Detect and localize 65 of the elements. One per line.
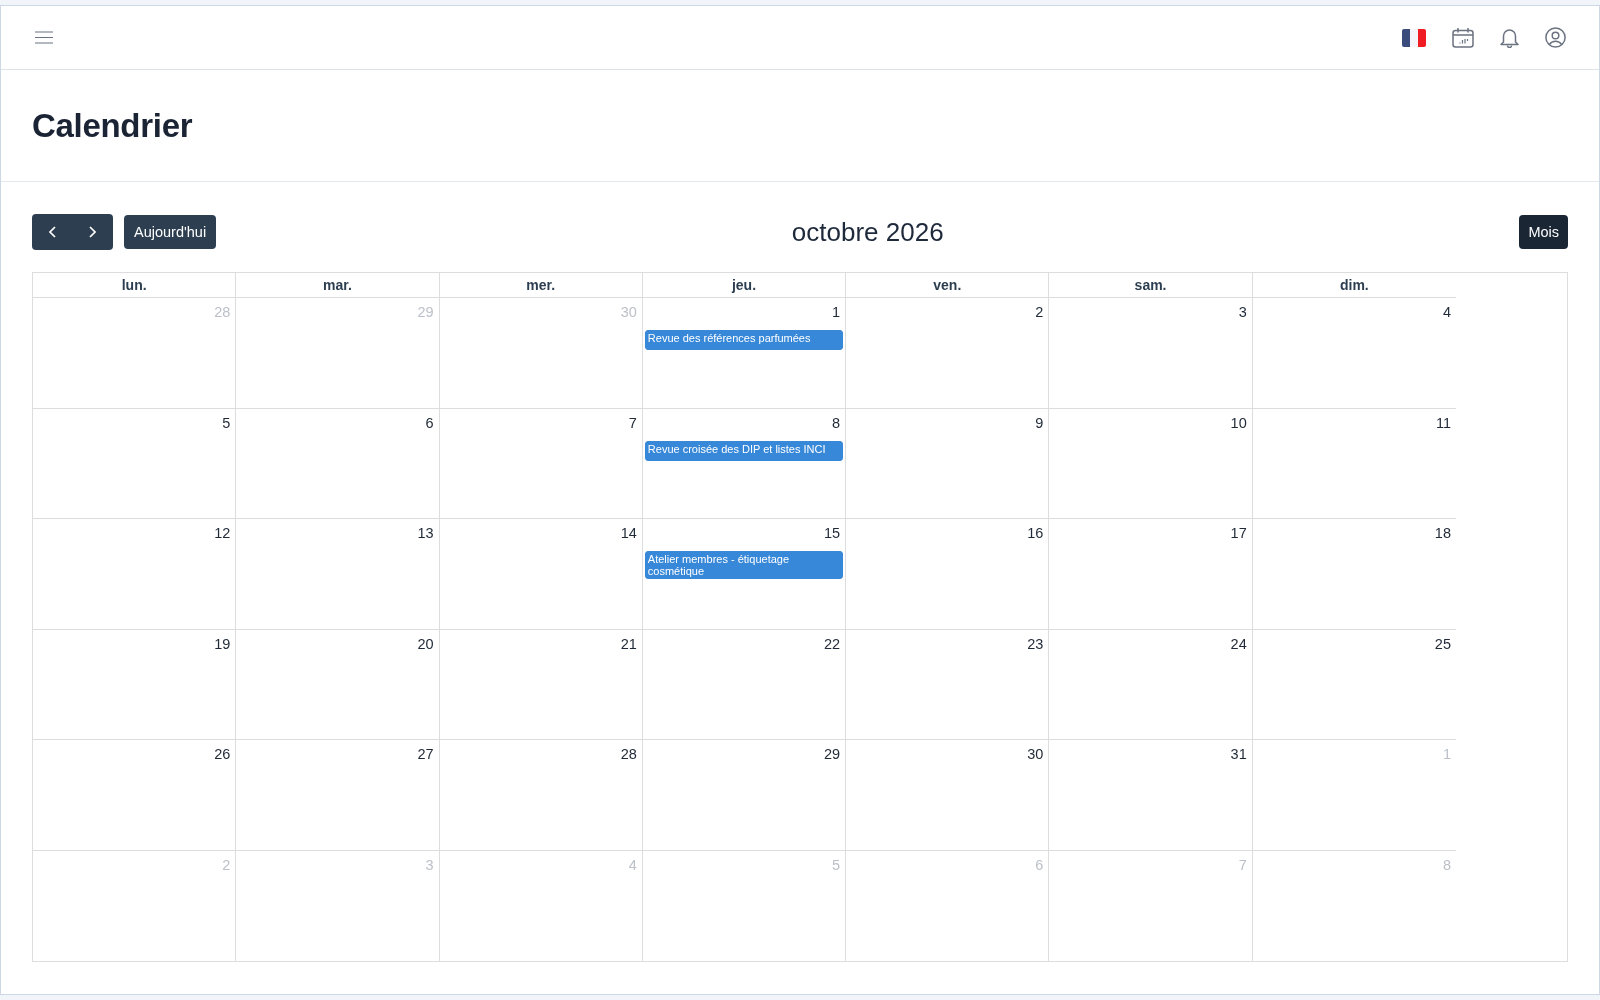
- bell-icon[interactable]: [1500, 27, 1519, 48]
- day-number: 17: [1230, 524, 1247, 543]
- day-number: 6: [1035, 855, 1044, 875]
- day-number: 26: [214, 745, 231, 764]
- day-number: 19: [214, 634, 231, 654]
- day-number: 1: [832, 303, 841, 322]
- chevron-left-icon: [48, 226, 56, 238]
- day-number: 20: [417, 634, 434, 654]
- day-number: 27: [417, 745, 434, 764]
- day-number: 4: [1442, 303, 1451, 322]
- day-number: 2: [222, 855, 231, 875]
- weekday-header: sam.: [1049, 273, 1253, 298]
- day-number: 8: [1442, 855, 1451, 875]
- day-number: 5: [222, 413, 231, 433]
- day-number: 12: [214, 524, 231, 543]
- user-icon[interactable]: [1545, 27, 1566, 48]
- day-number: 22: [824, 634, 841, 654]
- weekday-header: mer.: [439, 273, 643, 298]
- day-number: 16: [1027, 524, 1044, 543]
- day-number: 31: [1230, 745, 1247, 764]
- day-number: 14: [620, 524, 637, 543]
- calendar-event[interactable]: Revue des références parfumées: [644, 330, 844, 350]
- day-number: 4: [628, 855, 637, 875]
- day-number: 25: [1434, 634, 1451, 654]
- weekday-header: dim.: [1252, 273, 1456, 298]
- day-number: 28: [214, 303, 231, 322]
- day-number: 21: [620, 634, 637, 654]
- weekday-header: jeu.: [642, 273, 847, 298]
- calendar-event[interactable]: Atelier membres - étiquetage cosmétique: [644, 551, 844, 579]
- day-number: 7: [628, 413, 637, 433]
- day-number: 5: [832, 855, 841, 875]
- month-title: octobre 2026: [791, 216, 944, 248]
- today-button[interactable]: Aujourd'hui: [124, 215, 217, 249]
- day-number: 10: [1230, 413, 1247, 433]
- calendar-icon[interactable]: [1452, 27, 1474, 48]
- day-number: 6: [425, 413, 434, 433]
- weekday-header: lun.: [33, 273, 237, 298]
- day-number: 13: [417, 524, 434, 543]
- day-number: 2: [1035, 303, 1044, 322]
- day-number: 30: [620, 303, 637, 322]
- day-number: 23: [1027, 634, 1044, 654]
- day-number: 24: [1230, 634, 1247, 654]
- day-number: 30: [1027, 745, 1044, 764]
- day-number: 3: [1238, 303, 1247, 322]
- day-number: 18: [1434, 524, 1451, 543]
- menu-icon[interactable]: [35, 31, 53, 44]
- previous-button[interactable]: [32, 214, 73, 250]
- next-button[interactable]: [72, 214, 113, 250]
- day-number: 11: [1435, 413, 1451, 433]
- month-view-button[interactable]: Mois: [1519, 215, 1568, 249]
- day-number: 7: [1238, 855, 1247, 875]
- calendar-event[interactable]: Revue croisée des DIP et listes INCI: [644, 440, 844, 461]
- weekday-header: mar.: [236, 273, 440, 298]
- day-number: 9: [1035, 413, 1044, 433]
- day-number: 29: [824, 745, 841, 764]
- day-number: 8: [832, 413, 841, 433]
- day-number: 28: [620, 745, 637, 764]
- day-number: 29: [417, 303, 434, 322]
- chevron-right-icon: [89, 226, 97, 238]
- day-number: 3: [425, 855, 434, 875]
- day-number: 1: [1442, 745, 1451, 764]
- day-number: 15: [824, 524, 841, 543]
- flag-icon[interactable]: [1402, 28, 1426, 47]
- weekday-header: ven.: [846, 273, 1050, 298]
- page-title: Calendrier: [32, 105, 193, 146]
